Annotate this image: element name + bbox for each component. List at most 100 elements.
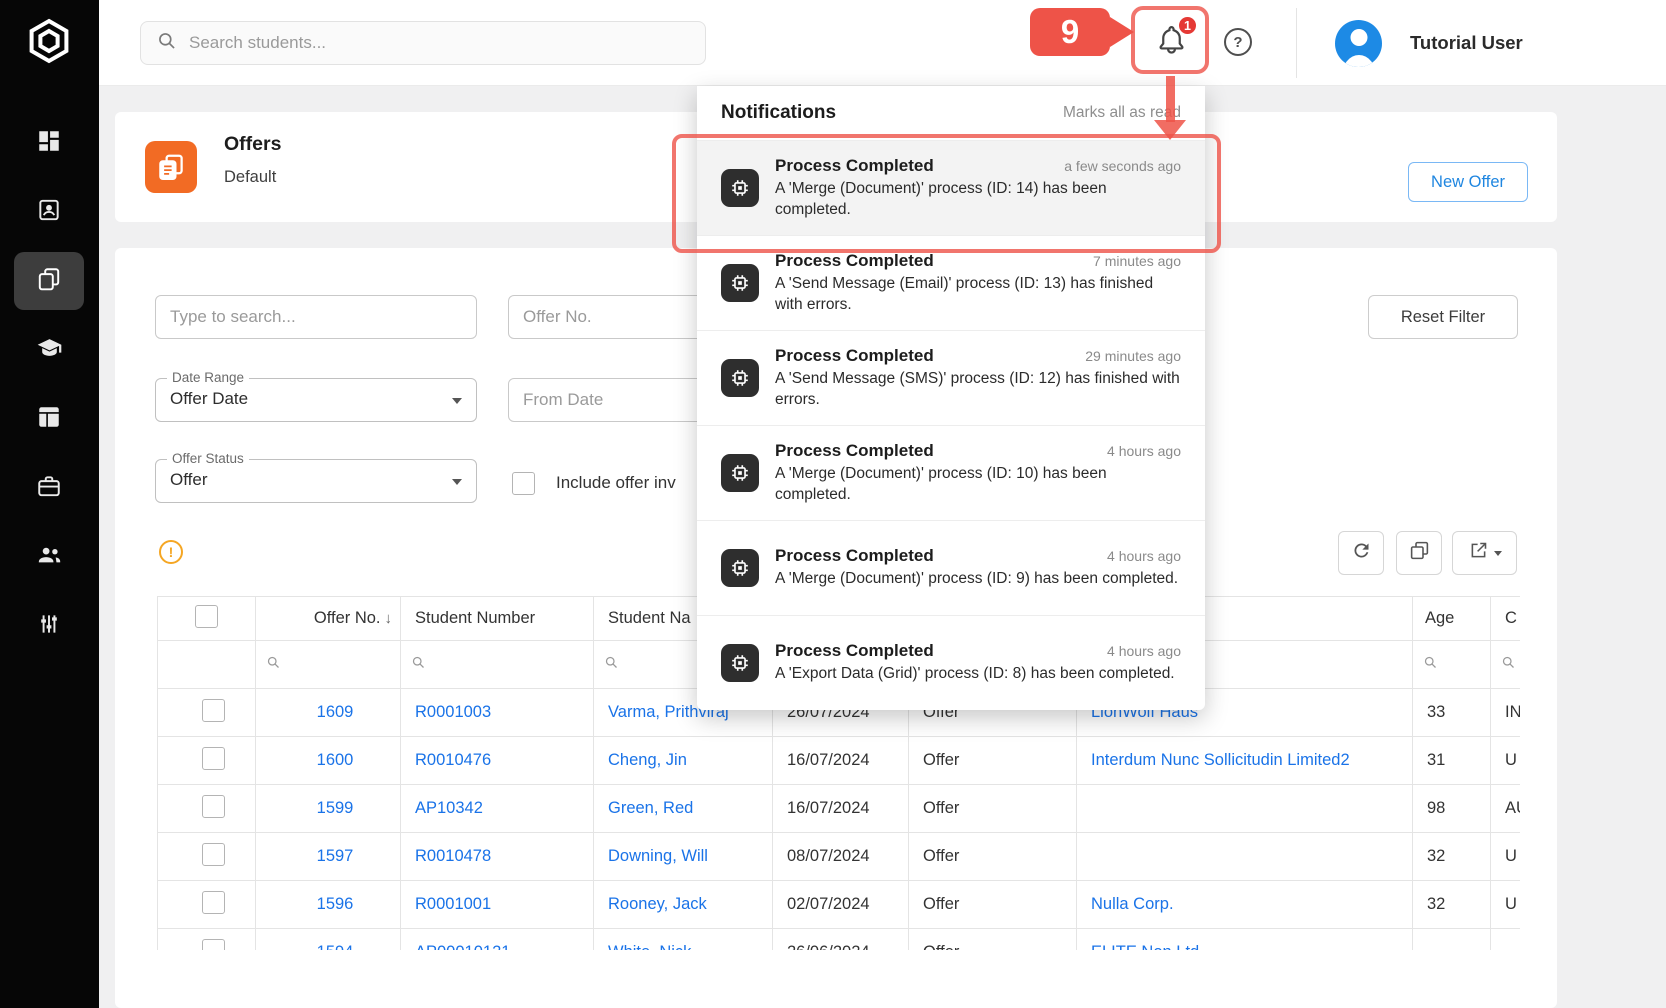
- global-search: [140, 21, 706, 65]
- dashboard-icon: [36, 128, 62, 159]
- offers-module-icon: [145, 141, 197, 193]
- notification-item[interactable]: Process Completed 7 minutes ago A 'Send …: [697, 235, 1205, 330]
- include-offer-checkbox[interactable]: [512, 472, 535, 495]
- row-checkbox[interactable]: [202, 843, 225, 866]
- notification-item[interactable]: Process Completed 4 hours ago A 'Export …: [697, 615, 1205, 710]
- offer-no-link[interactable]: 1597: [317, 847, 354, 865]
- sidebar-item-settings[interactable]: [14, 597, 84, 655]
- table-row: 1596 R0001001 Rooney, Jack 02/07/2024 Of…: [158, 881, 1521, 929]
- offer-date-cell: 16/07/2024: [773, 737, 909, 785]
- notification-item[interactable]: Process Completed a few seconds ago A 'M…: [697, 140, 1205, 235]
- student-name-link[interactable]: Downing, Will: [608, 847, 708, 865]
- column-header-offer-no[interactable]: Offer No.↓: [256, 597, 401, 641]
- sliders-icon: [36, 611, 62, 642]
- sidebar-item-agencies[interactable]: [14, 459, 84, 517]
- student-name-link[interactable]: Green, Red: [608, 799, 693, 817]
- sidebar-item-offers[interactable]: [14, 252, 84, 310]
- date-range-select[interactable]: Date Range Offer Date: [155, 378, 477, 422]
- sidebar-item-students[interactable]: [14, 183, 84, 241]
- mark-all-read-link[interactable]: Marks all as read: [1063, 104, 1181, 122]
- notification-badge: 1: [1177, 15, 1198, 36]
- row-checkbox[interactable]: [202, 747, 225, 770]
- notification-item[interactable]: Process Completed 4 hours ago A 'Merge (…: [697, 425, 1205, 520]
- offer-no-link[interactable]: 1594: [317, 943, 354, 950]
- sidebar-item-agents[interactable]: [14, 528, 84, 586]
- student-number-link[interactable]: AP00010121: [415, 943, 510, 950]
- student-name-link[interactable]: Cheng, Jin: [608, 751, 687, 769]
- refresh-button[interactable]: [1338, 531, 1384, 575]
- notification-item[interactable]: Process Completed 29 minutes ago A 'Send…: [697, 330, 1205, 425]
- sidebar-item-dashboard[interactable]: [14, 114, 84, 172]
- row-checkbox[interactable]: [202, 891, 225, 914]
- status-cell: Offer: [909, 929, 1077, 951]
- student-number-link[interactable]: AP10342: [415, 799, 483, 817]
- app-logo[interactable]: [14, 12, 84, 74]
- column-chooser-button[interactable]: [1396, 531, 1442, 575]
- student-name-link[interactable]: White, Nick: [608, 943, 691, 950]
- offer-no-link[interactable]: 1609: [317, 703, 354, 721]
- offer-no-link[interactable]: 1600: [317, 751, 354, 769]
- status-cell: Offer: [909, 833, 1077, 881]
- student-number-link[interactable]: R0001001: [415, 895, 491, 913]
- column-header-age[interactable]: Age: [1413, 597, 1491, 641]
- offer-no-link[interactable]: 1596: [317, 895, 354, 913]
- age-cell: 31: [1413, 737, 1491, 785]
- filter-cell[interactable]: [1413, 641, 1491, 689]
- status-cell: Offer: [909, 881, 1077, 929]
- notifications-button[interactable]: 1: [1151, 22, 1191, 62]
- sidebar-item-reports[interactable]: [14, 390, 84, 448]
- documents-icon: [36, 266, 62, 297]
- chevron-down-icon: [452, 479, 462, 485]
- chevron-down-icon: [1494, 551, 1502, 556]
- country-cell: [1491, 929, 1521, 951]
- company-link[interactable]: Nulla Corp.: [1091, 895, 1174, 913]
- notification-time: 4 hours ago: [1107, 443, 1181, 459]
- contacts-icon: [36, 197, 62, 228]
- offer-date-cell: 08/07/2024: [773, 833, 909, 881]
- table-icon: [36, 404, 62, 435]
- filter-cell[interactable]: [401, 641, 594, 689]
- filter-cell[interactable]: [1491, 641, 1521, 689]
- search-input[interactable]: [189, 33, 669, 53]
- student-number-link[interactable]: R0001003: [415, 703, 491, 721]
- sidebar-item-courses[interactable]: [14, 321, 84, 379]
- column-header-country[interactable]: C: [1491, 597, 1521, 641]
- user-avatar[interactable]: [1335, 20, 1382, 67]
- notification-time: 7 minutes ago: [1093, 253, 1181, 269]
- company-link[interactable]: ELITE Non Ltd: [1091, 943, 1199, 950]
- export-button[interactable]: [1452, 531, 1517, 575]
- age-cell: 32: [1413, 881, 1491, 929]
- app-window: 1 ? Tutorial User Offers Default New Off…: [0, 0, 1666, 1008]
- process-icon: [721, 264, 759, 302]
- page-subtitle: Default: [224, 168, 276, 187]
- offer-status-label: Offer Status: [167, 451, 249, 466]
- notification-title: Process Completed: [775, 251, 934, 271]
- table-row: 1597 R0010478 Downing, Will 08/07/2024 O…: [158, 833, 1521, 881]
- notification-item[interactable]: Process Completed 4 hours ago A 'Merge (…: [697, 520, 1205, 615]
- company-link[interactable]: Interdum Nunc Sollicitudin Limited2: [1091, 751, 1350, 769]
- row-checkbox[interactable]: [202, 795, 225, 818]
- reset-filter-button[interactable]: Reset Filter: [1368, 295, 1518, 339]
- filter-search-input[interactable]: [155, 295, 477, 339]
- export-icon: [1468, 540, 1489, 566]
- age-cell: 33: [1413, 689, 1491, 737]
- row-checkbox[interactable]: [202, 939, 225, 951]
- offer-status-select[interactable]: Offer Status Offer: [155, 459, 477, 503]
- include-offer-checkbox-row: Include offer inv: [512, 468, 676, 498]
- process-icon: [721, 169, 759, 207]
- new-offer-button[interactable]: New Offer: [1408, 162, 1528, 202]
- notification-time: 4 hours ago: [1107, 643, 1181, 659]
- search-icon: [157, 31, 177, 56]
- help-button[interactable]: ?: [1224, 28, 1252, 56]
- row-checkbox[interactable]: [202, 699, 225, 722]
- filter-cell[interactable]: [256, 641, 401, 689]
- refresh-icon: [1351, 540, 1372, 566]
- date-range-label: Date Range: [167, 370, 249, 385]
- student-number-link[interactable]: R0010476: [415, 751, 491, 769]
- offer-date-cell: 02/07/2024: [773, 881, 909, 929]
- column-header-student-number[interactable]: Student Number: [401, 597, 594, 641]
- student-number-link[interactable]: R0010478: [415, 847, 491, 865]
- select-all-checkbox[interactable]: [195, 605, 218, 628]
- student-name-link[interactable]: Rooney, Jack: [608, 895, 707, 913]
- offer-no-link[interactable]: 1599: [317, 799, 354, 817]
